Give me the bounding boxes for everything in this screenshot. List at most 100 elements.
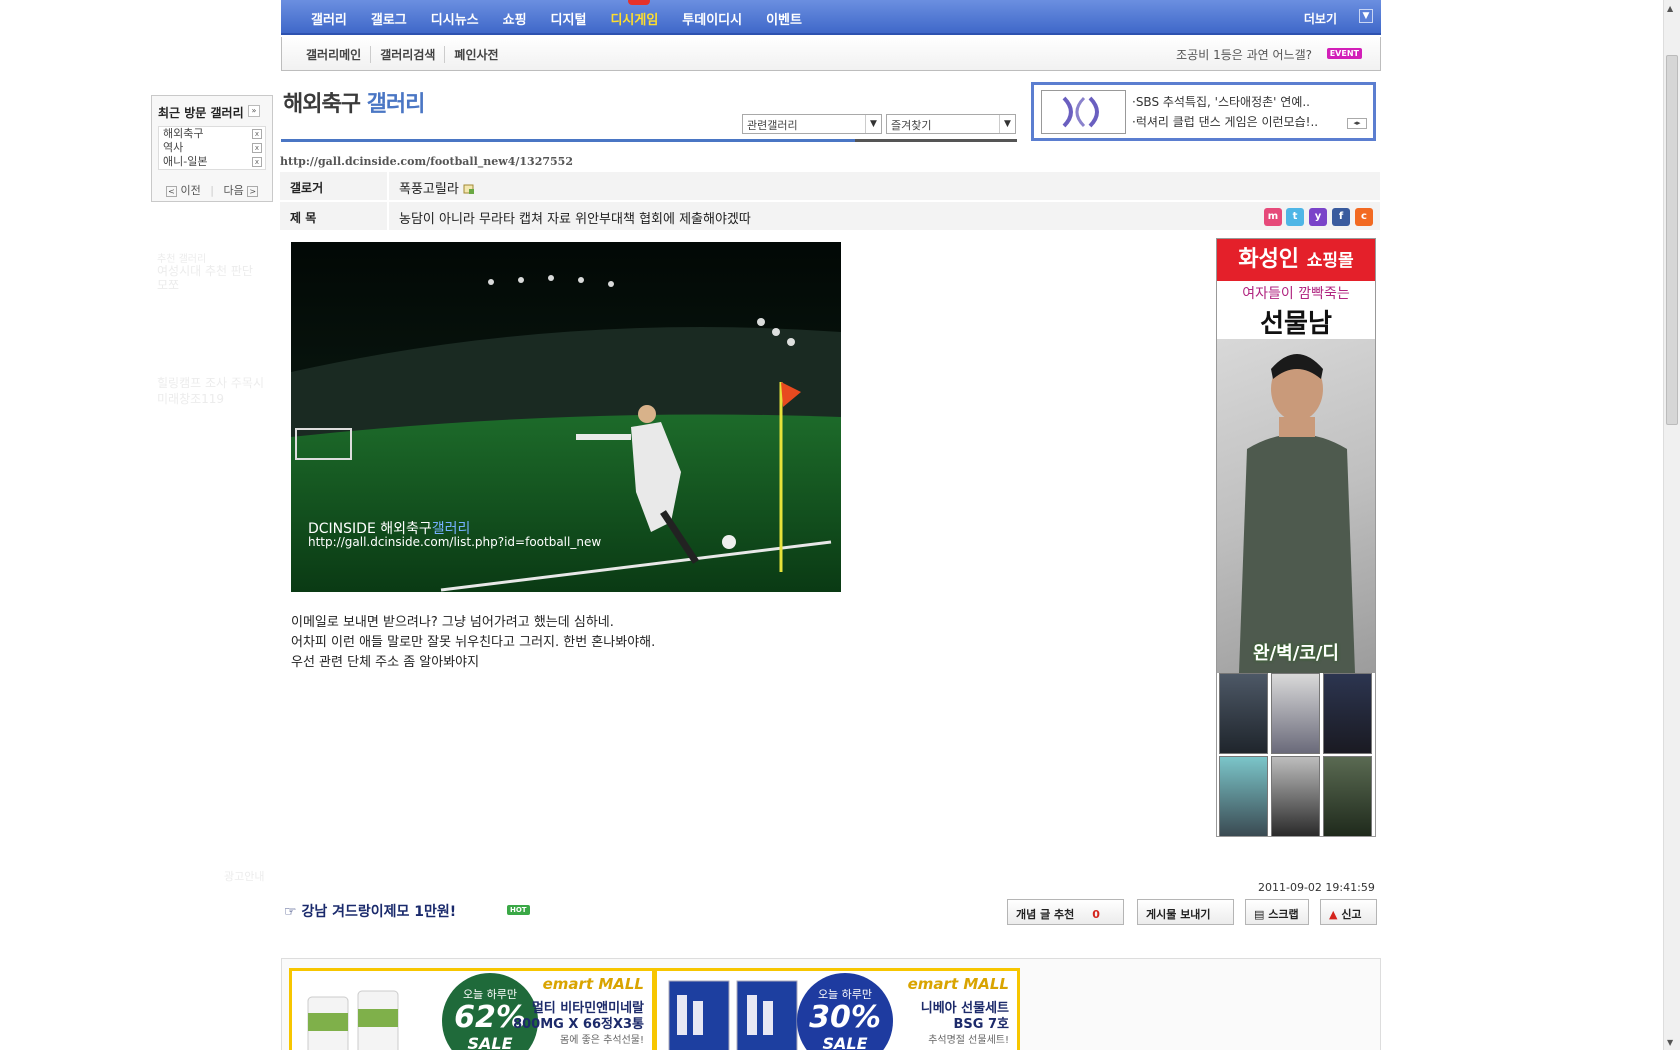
ad-link[interactable]: ·SBS 추석특집, '스타애정촌' 연예.. (1132, 93, 1310, 110)
nav-digital[interactable]: 디지털 (551, 9, 587, 28)
nivea-gift-set-image (668, 980, 798, 1050)
double-chevron-right-icon[interactable]: » (248, 105, 260, 117)
event-link[interactable]: 조공비 1등은 과연 어느갤? (1176, 46, 1312, 63)
sale-percent: 30% (809, 1000, 881, 1035)
faded-sidebar-link[interactable]: 미래창조119 (157, 392, 267, 406)
select-value: 관련갤러리 (747, 119, 798, 132)
vertical-scrollbar[interactable]: ▲ ▼ (1663, 0, 1680, 1050)
list-item[interactable]: 역사 x (159, 141, 265, 155)
recent-item-label[interactable]: 애니-일본 (163, 155, 207, 168)
yozm-icon[interactable]: y (1309, 208, 1327, 226)
siren-icon: ▲ (1329, 908, 1338, 921)
list-item[interactable]: 해외축구 x (159, 127, 265, 141)
close-icon[interactable]: x (252, 129, 262, 139)
chevron-down-icon[interactable]: ▼ (865, 115, 881, 133)
hot-badge: HOT (507, 905, 530, 915)
product-note: 몸에 좋은 추석선물! (560, 1035, 644, 1046)
scroll-up-icon[interactable]: ▲ (1667, 4, 1673, 13)
hot-ad-link[interactable]: ☞ 강남 겨드랑이제모 1만원! (284, 901, 456, 921)
right-ad-banner[interactable]: 화성인 쇼핑몰 여자들이 깜빡죽는 선물남 완/벽/코/디 (1216, 238, 1376, 837)
prev-button[interactable]: 이전 (181, 184, 201, 197)
divider (387, 172, 389, 200)
brand-text: 화성인 (1238, 247, 1300, 272)
top-ad-banner[interactable]: ·SBS 추석특집, '스타애정촌' 연예.. ·럭셔리 클럽 댄스 게임은 이… (1031, 82, 1376, 141)
subnav-gallery-search[interactable]: 갤러리검색 (370, 46, 444, 63)
recommend-count: 0 (1092, 908, 1100, 921)
me2day-icon[interactable]: m (1264, 208, 1282, 226)
select-value: 즐겨찾기 (891, 119, 932, 132)
author-name[interactable]: 폭풍고릴라 (399, 178, 475, 197)
ad-thumbnail[interactable] (1323, 756, 1372, 836)
subnav-dictionary[interactable]: 폐인사전 (444, 46, 507, 63)
product-spec: BSG 7호 (953, 1017, 1009, 1032)
scroll-down-icon[interactable]: ▼ (1667, 1038, 1673, 1047)
divider: | (210, 184, 214, 197)
nav-todaydc[interactable]: 투데이디시 (682, 9, 742, 28)
ad-thumbnail[interactable] (1271, 756, 1320, 836)
ad-headline: 선물남 (1260, 309, 1332, 339)
top-navigation: 갤러리 갤로그 디시뉴스 쇼핑 디지털 디시게임 투데이디시 이벤트 더보기 ▼ (281, 0, 1381, 35)
ad-thumbnail[interactable] (1219, 673, 1268, 754)
nav-gallog[interactable]: 갤로그 (371, 9, 407, 28)
scrollbar-thumb[interactable] (1666, 55, 1678, 425)
nav-gallery[interactable]: 갤러리 (311, 9, 347, 28)
hot-link-text[interactable]: 강남 겨드랑이제모 1만원! (301, 904, 456, 920)
send-post-button[interactable]: 게시물 보내기 (1137, 899, 1234, 925)
recommend-button[interactable]: 개념 글 추천 0 (1007, 899, 1124, 925)
chevron-left-icon[interactable]: < (166, 185, 177, 197)
scrap-button[interactable]: ▤ 스크랩 (1245, 899, 1309, 925)
recent-item-label[interactable]: 해외축구 (163, 127, 203, 140)
facebook-icon[interactable]: f (1332, 208, 1350, 226)
ad-brand: 화성인 쇼핑몰 (1217, 239, 1375, 281)
ad-thumbnail[interactable] (1219, 756, 1268, 836)
subject-row: 제 목 농담이 아니라 무라타 캡쳐 자료 위안부대책 협회에 제출해야겠따 m… (280, 202, 1380, 230)
chevron-down-icon[interactable]: ▼ (999, 115, 1015, 133)
emart-ad[interactable]: emart MALL 오늘 하루만 62% SALE 멀티 비타민앤미네랄 80… (289, 968, 655, 1050)
ad-pager-icon[interactable]: ◂▸ (1347, 118, 1367, 129)
recent-galleries-box: 최근 방문 갤러리 » 해외축구 x 역사 x 애니-일본 x < 이전 | 다음 > (151, 95, 273, 202)
top-menu: 갤러리 갤로그 디시뉴스 쇼핑 디지털 디시게임 투데이디시 이벤트 (311, 0, 826, 28)
cyworld-icon[interactable]: c (1355, 208, 1373, 226)
chevron-down-icon[interactable]: ▼ (1359, 9, 1373, 23)
twitter-icon[interactable]: t (1286, 208, 1304, 226)
close-icon[interactable]: x (252, 157, 262, 167)
chevron-right-icon[interactable]: > (247, 185, 259, 197)
report-label: 신고 (1341, 908, 1362, 921)
list-item[interactable]: 애니-일본 x (159, 155, 265, 169)
recent-item-label[interactable]: 역사 (163, 141, 183, 154)
gallog-icon[interactable] (463, 183, 475, 195)
sale-circle: 오늘 하루만 30% SALE (797, 973, 893, 1050)
author-row: 갤로거 폭풍고릴라 (280, 172, 1380, 200)
body-line: 어차피 이런 애들 말로만 잘못 뉘우친다고 그러지. 한번 혼나봐야해. (291, 635, 656, 650)
nav-dcgame[interactable]: 디시게임 (610, 0, 658, 28)
nav-dcnews[interactable]: 디시뉴스 (431, 9, 479, 28)
favorites-select[interactable]: 즐겨찾기 ▼ (886, 114, 1016, 134)
ad-info-link[interactable]: 광고안내 (224, 868, 264, 884)
faded-sidebar-link[interactable]: 힐링캠프 조사 주목시 (157, 376, 267, 390)
vitamin-bottles-image (307, 990, 399, 1050)
nav-shopping[interactable]: 쇼핑 (503, 9, 527, 28)
ad-link[interactable]: ·럭셔리 클럽 댄스 게임은 이런모습!.. (1132, 113, 1318, 130)
ad-logo-icon[interactable] (1041, 90, 1126, 134)
recent-pager: < 이전 | 다음 > (166, 182, 259, 198)
next-button[interactable]: 다음 (223, 184, 243, 197)
author-name-text[interactable]: 폭풍고릴라 (399, 182, 459, 197)
related-gallery-select[interactable]: 관련갤러리 ▼ (742, 114, 882, 134)
report-button[interactable]: ▲ 신고 (1320, 899, 1377, 925)
emart-ad[interactable]: emart MALL 오늘 하루만 30% SALE 니베아 선물세트 BSG … (654, 968, 1020, 1050)
ad-thumbnail[interactable] (1323, 673, 1372, 754)
brand-suffix: 쇼핑몰 (1306, 251, 1354, 271)
recent-title: 최근 방문 갤러리 (158, 106, 244, 120)
image-caption-url: http://gall.dcinside.com/list.php?id=foo… (308, 535, 602, 549)
close-icon[interactable]: x (252, 143, 262, 153)
faded-sidebar-link[interactable]: 여성시대 추천 판단 모쪼 (157, 264, 267, 292)
model-photo (1217, 339, 1375, 673)
subnav-gallery-main[interactable]: 갤러리메인 (306, 46, 370, 63)
ad-thumbnail[interactable] (1271, 673, 1320, 754)
divider (387, 202, 389, 230)
ad-line: 여자들이 깜빡죽는 (1242, 286, 1350, 302)
nav-event[interactable]: 이벤트 (766, 9, 802, 28)
post-url[interactable]: http://gall.dcinside.com/football_new4/1… (280, 155, 573, 168)
emart-logo: emart MALL (542, 975, 644, 993)
more-button[interactable]: 더보기 (1304, 10, 1337, 27)
